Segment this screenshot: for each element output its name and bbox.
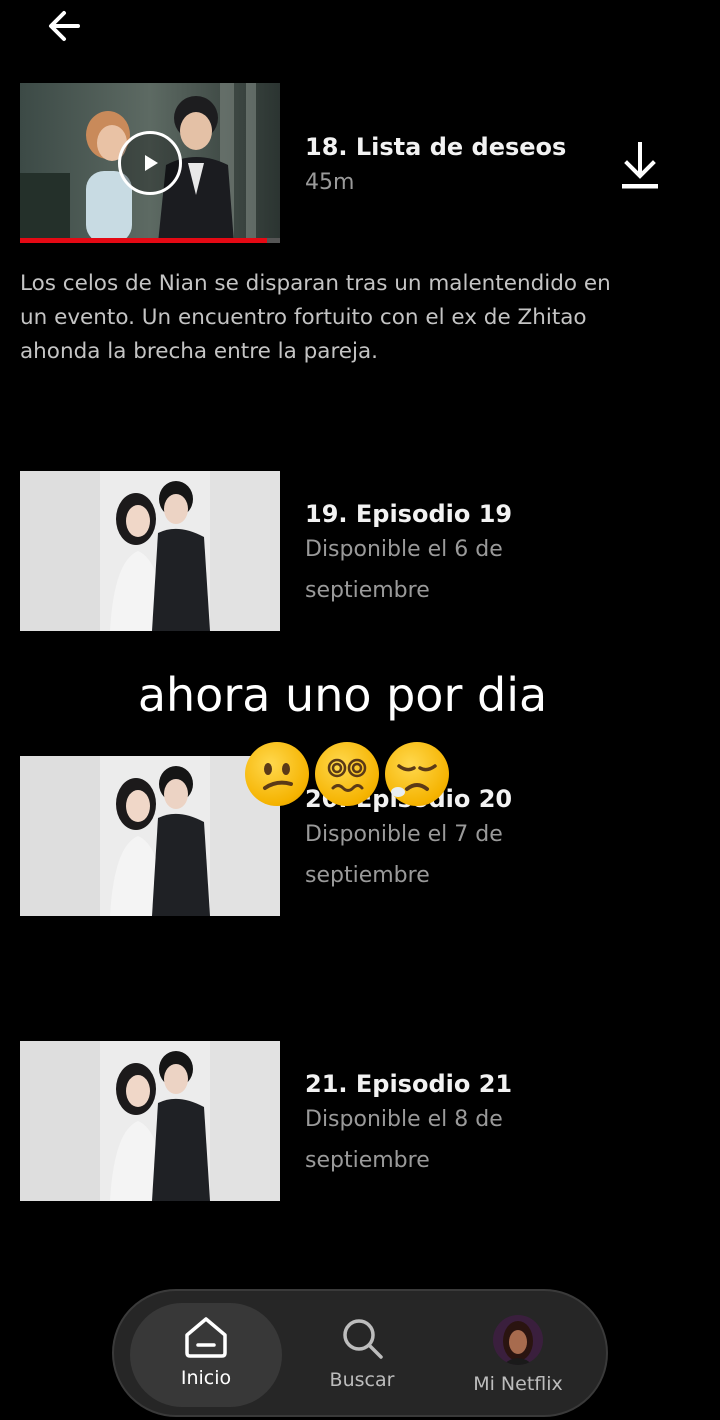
- search-icon: [343, 1319, 383, 1359]
- play-button[interactable]: [118, 131, 182, 195]
- episode-21-poster: [20, 1041, 280, 1201]
- tired-face-emoji: [385, 742, 449, 806]
- episode-18-duration: 45m: [305, 170, 355, 195]
- profile-avatar: [493, 1315, 543, 1365]
- episode-20-availability: Disponible el 7 de septiembre: [305, 822, 503, 888]
- episode-18-description: Los celos de Nian se disparan tras un ma…: [20, 271, 611, 364]
- download-icon: [622, 142, 658, 189]
- nav-item-mi-netflix[interactable]: Mi Netflix: [442, 1303, 594, 1407]
- confused-face-emoji: [245, 742, 309, 806]
- episode-18-title: 18. Lista de deseos: [305, 133, 567, 161]
- episode-18-thumbnail[interactable]: [20, 83, 280, 243]
- episode-21-title: 21. Episodio 21: [305, 1070, 513, 1098]
- arrow-left-icon: [49, 11, 80, 41]
- nav-item-buscar[interactable]: Buscar: [286, 1303, 438, 1407]
- episode-19-availability: Disponible el 6 de septiembre: [305, 537, 503, 603]
- home-icon: [185, 1317, 227, 1358]
- episode-21-thumbnail[interactable]: [20, 1041, 280, 1201]
- nav-label-inicio: Inicio: [180, 1367, 232, 1389]
- episode-20-thumbnail[interactable]: [20, 756, 280, 916]
- episode-19-thumbnail[interactable]: [20, 471, 280, 631]
- episode-20-poster: [20, 756, 280, 916]
- nav-label-buscar: Buscar: [329, 1369, 395, 1391]
- episode-21-availability: Disponible el 8 de septiembre: [305, 1107, 503, 1173]
- back-button[interactable]: [40, 6, 88, 46]
- episode-19-poster: [20, 471, 280, 631]
- nav-label-mi-netflix: Mi Netflix: [473, 1373, 563, 1395]
- episode-19-title: 19. Episodio 19: [305, 500, 513, 528]
- watch-progress-bar: [20, 238, 280, 243]
- play-icon: [145, 155, 158, 171]
- bottom-navigation: Inicio Buscar Mi Netflix: [112, 1289, 608, 1417]
- download-button[interactable]: [614, 138, 666, 194]
- overlay-caption: ahora uno por dia: [137, 668, 548, 722]
- watch-progress-fill: [20, 238, 267, 243]
- face-with-spiral-eyes-emoji: [315, 742, 379, 806]
- nav-item-inicio[interactable]: Inicio: [130, 1303, 282, 1407]
